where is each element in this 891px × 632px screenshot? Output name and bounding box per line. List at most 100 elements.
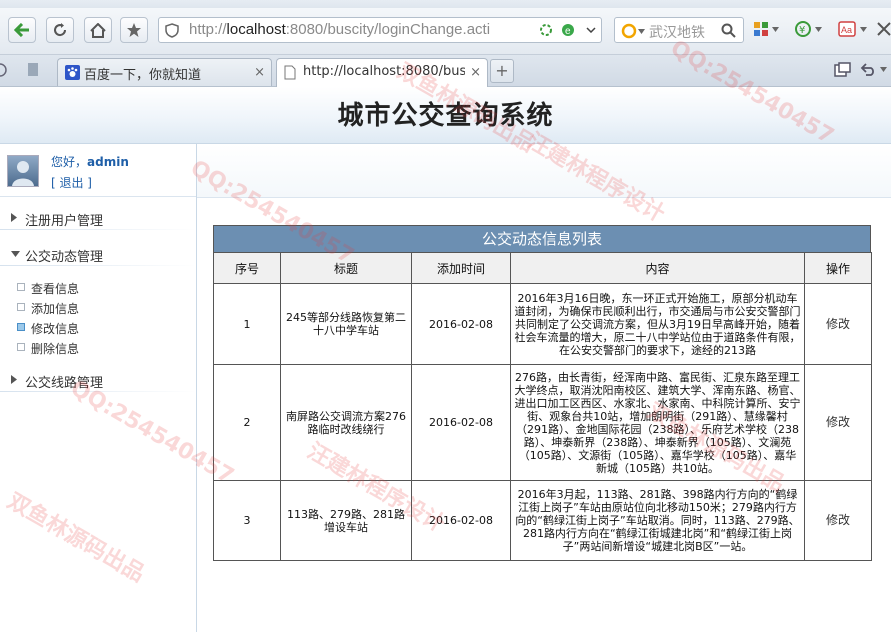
url-text: http://localhost:8080/buscity/loginChang… — [189, 21, 491, 38]
bullet-icon — [17, 283, 25, 291]
modify-link[interactable]: 修改 — [804, 364, 872, 481]
browser-toolbar: http://localhost:8080/buscity/loginChang… — [0, 8, 891, 55]
sidebar-item-label: 公交线路管理 — [25, 376, 104, 391]
sidebar-item-label: 公交动态管理 — [25, 250, 104, 265]
back-arrow-icon — [14, 23, 29, 37]
back-button[interactable] — [8, 17, 36, 43]
sidebar-item-bus-news-management[interactable]: 公交动态管理 — [0, 242, 196, 266]
shield-icon — [165, 23, 179, 38]
baidu-paw-icon — [65, 65, 80, 80]
bullet-icon — [17, 303, 25, 311]
divider — [0, 229, 196, 230]
table-row: 3 113路、279路、281路增设车站 2016-02-08 2016年3月起… — [213, 480, 872, 561]
subitem-label: 修改信息 — [31, 322, 80, 336]
column-header: 标题 — [280, 252, 412, 284]
logout-link[interactable]: [ 退出 ] — [51, 174, 92, 191]
undo-close-icon[interactable] — [860, 62, 876, 76]
page-viewport: 城市公交查询系统 您好，admin [ 退出 ] 注册用户管理 公交动态管理 查… — [0, 87, 891, 632]
page-title: 城市公交查询系统 — [337, 101, 554, 131]
row-time: 2016-02-08 — [411, 283, 511, 365]
chevron-down-icon[interactable] — [880, 67, 887, 72]
home-button[interactable] — [84, 17, 112, 43]
search-icon[interactable] — [721, 23, 736, 38]
search-box[interactable]: 武汉地铁 — [614, 17, 744, 43]
row-title: 245等部分线路恢复第二十八中学车站 — [280, 283, 412, 365]
row-time: 2016-02-08 — [411, 364, 511, 481]
address-bar[interactable]: http://localhost:8080/buscity/loginChang… — [158, 17, 602, 43]
row-title: 113路、279路、281路增设车站 — [280, 480, 412, 561]
news-table: 序号 标题 添加时间 内容 操作 1 245等部分线路恢复第二十八中学车站 20… — [213, 252, 872, 561]
chevron-down-icon[interactable] — [815, 27, 822, 32]
search-engine-icon — [621, 23, 637, 39]
column-header: 内容 — [510, 252, 805, 284]
home-icon — [90, 22, 106, 38]
site-header: 城市公交查询系统 — [0, 87, 891, 144]
translate-icon[interactable]: Aa — [838, 21, 856, 37]
subitem-label: 添加信息 — [31, 302, 80, 316]
chevron-down-icon[interactable] — [860, 27, 867, 32]
modify-link[interactable]: 修改 — [804, 283, 872, 365]
close-icon[interactable]: × — [254, 65, 265, 80]
tab-strip: 百度一下，你就知道 × http://localhost:8080/buscit… — [0, 55, 891, 87]
svg-text:Aa: Aa — [841, 25, 852, 35]
apps-grid-icon[interactable] — [753, 21, 769, 37]
divider — [0, 391, 196, 392]
window-menu-icon[interactable] — [0, 63, 8, 77]
chevron-down-icon[interactable] — [586, 27, 596, 33]
sidebar-item-bus-line-management[interactable]: 公交线路管理 — [0, 368, 196, 392]
ie-engine-icon[interactable]: e — [561, 23, 575, 37]
row-number: 1 — [213, 283, 281, 365]
avatar — [7, 155, 39, 187]
row-time: 2016-02-08 — [411, 480, 511, 561]
row-content: 2016年3月起，113路、281路、398路内行方向的“鹤绿江街上岗子”车站由… — [510, 480, 805, 561]
tab-label: 百度一下，你就知道 — [84, 68, 202, 83]
money-shield-icon[interactable]: ¥ — [795, 21, 811, 37]
window-top-strip — [0, 0, 891, 8]
user-icon — [12, 161, 34, 186]
refresh-button[interactable] — [46, 17, 74, 43]
caret-down-icon — [11, 251, 20, 257]
sidebar-item-label: 注册用户管理 — [25, 214, 104, 229]
table-header-row: 序号 标题 添加时间 内容 操作 — [213, 252, 872, 284]
row-content: 276路，由长青街，经浑南中路、富民街、汇泉东路至理工大学终点，取消沈阳南校区、… — [510, 364, 805, 481]
user-box: 您好，admin [ 退出 ] — [0, 144, 196, 197]
tab-localhost[interactable]: http://localhost:8080/buscity × — [276, 58, 488, 87]
caret-right-icon — [11, 375, 17, 384]
row-title: 南屏路公交调流方案276路临时改线绕行 — [280, 364, 412, 481]
sidebar-item-user-management[interactable]: 注册用户管理 — [0, 206, 196, 230]
more-tools-icon[interactable] — [877, 21, 891, 37]
search-input[interactable]: 武汉地铁 — [649, 22, 705, 42]
divider — [0, 265, 196, 266]
row-content: 2016年3月16日晚，东一环正式开始施工，原部分机动车道封闭，为确保市民顺利出… — [510, 283, 805, 365]
tab-label: http://localhost:8080/buscity — [303, 64, 465, 79]
table-row: 1 245等部分线路恢复第二十八中学车站 2016-02-08 2016年3月1… — [213, 283, 872, 365]
sidebar-toggle-icon[interactable] — [27, 62, 39, 77]
chevron-down-icon[interactable] — [772, 27, 779, 32]
row-number: 3 — [213, 480, 281, 561]
svg-text:¥: ¥ — [799, 25, 805, 36]
greeting: 您好，admin — [51, 155, 129, 169]
bullet-icon — [17, 343, 25, 351]
chevron-down-icon[interactable] — [638, 29, 645, 34]
favorites-button[interactable] — [120, 17, 148, 43]
modify-link[interactable]: 修改 — [804, 480, 872, 561]
row-number: 2 — [213, 364, 281, 481]
sidebar: 您好，admin [ 退出 ] 注册用户管理 公交动态管理 查看信息 添加信息 … — [0, 144, 197, 632]
close-icon[interactable]: × — [470, 65, 481, 80]
bullet-icon — [17, 323, 25, 331]
subitem-label: 删除信息 — [31, 342, 80, 356]
svg-text:e: e — [565, 26, 571, 37]
refresh-icon — [54, 23, 67, 37]
tab-list-icon[interactable] — [834, 62, 851, 77]
column-header: 操作 — [804, 252, 872, 284]
caret-right-icon — [11, 213, 17, 222]
compat-mode-icon[interactable] — [539, 23, 553, 37]
new-tab-button[interactable]: + — [490, 59, 514, 83]
star-icon — [127, 23, 141, 37]
column-header: 添加时间 — [411, 252, 511, 284]
page-icon — [284, 65, 296, 80]
tab-baidu[interactable]: 百度一下，你就知道 × — [57, 58, 272, 86]
content-top-band — [197, 144, 891, 198]
table-row: 2 南屏路公交调流方案276路临时改线绕行 2016-02-08 276路，由长… — [213, 364, 872, 481]
column-header: 序号 — [213, 252, 281, 284]
